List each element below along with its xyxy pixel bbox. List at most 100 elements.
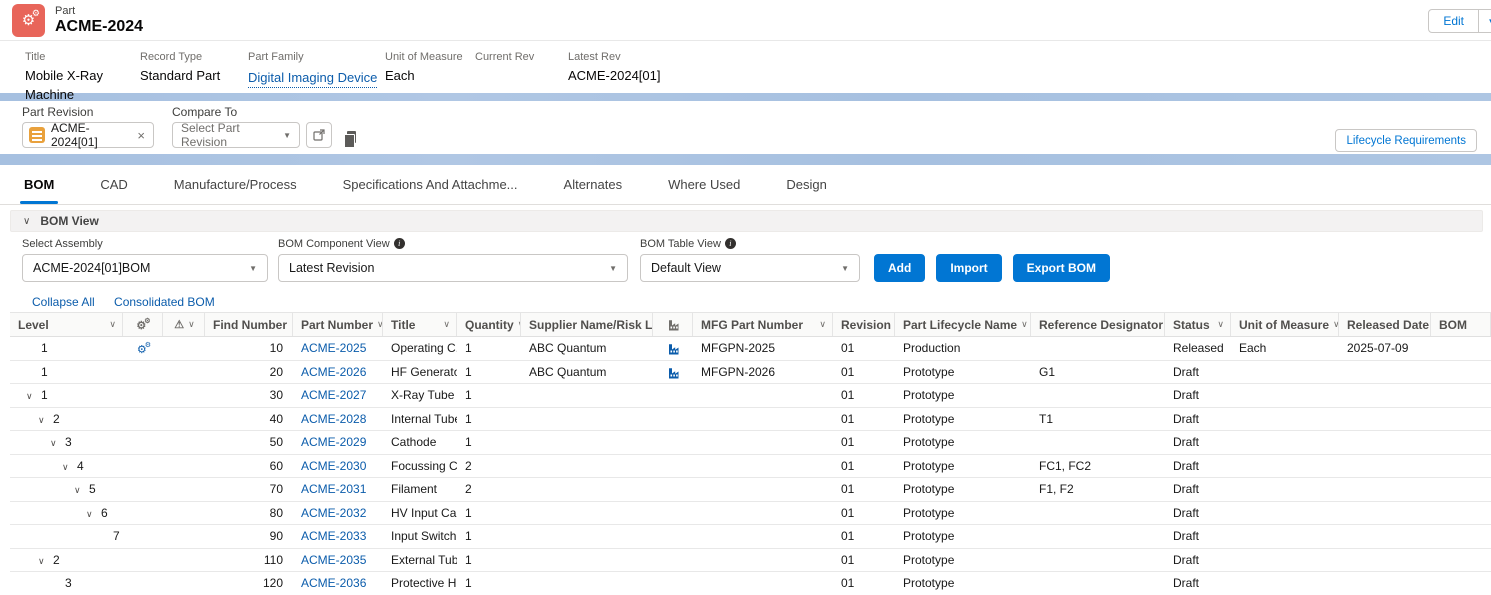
clear-revision-icon[interactable]: × <box>135 128 147 143</box>
cell-part: ACME-2033 <box>293 529 383 543</box>
column-header-status[interactable]: Status∨ <box>1165 313 1231 336</box>
part-number-link[interactable]: ACME-2026 <box>301 365 366 379</box>
column-header-qty[interactable]: Quantity∨ <box>457 313 521 336</box>
cell-gear: ⚙⚙ <box>123 341 163 356</box>
more-actions-button[interactable]: ▼ <box>1479 9 1491 33</box>
column-header-find[interactable]: Find Number∨ <box>205 313 293 336</box>
column-header-supplier[interactable]: Supplier Name/Risk Level∨ <box>521 313 653 336</box>
part-revision-input[interactable]: ACME-2024[01] × <box>22 122 154 148</box>
part-number-link[interactable]: ACME-2033 <box>301 529 366 543</box>
bom-view-section-header[interactable]: ∨ BOM View <box>10 210 1483 232</box>
select-assembly-dropdown[interactable]: ACME-2024[01]BOM ▼ <box>22 254 268 282</box>
open-compare-window-button[interactable] <box>306 122 332 148</box>
column-header-label: Level <box>18 318 49 332</box>
column-header-gear[interactable]: ⚙⚙ <box>123 313 163 336</box>
column-menu-chevron-icon[interactable]: ∨ <box>109 319 116 330</box>
tab-where-used[interactable]: Where Used <box>666 177 742 204</box>
column-header-bom[interactable]: BOM <box>1431 313 1491 336</box>
export-bom-button[interactable]: Export BOM <box>1013 254 1110 282</box>
expand-chevron-icon[interactable]: ∨ <box>50 438 65 449</box>
copy-icon[interactable] <box>344 131 357 146</box>
expand-chevron-icon[interactable]: ∨ <box>86 509 101 520</box>
cell-qty: 1 <box>457 388 521 402</box>
bom-table-view-dropdown[interactable]: Default View ▼ <box>640 254 860 282</box>
column-header-released[interactable]: Released Date∨ <box>1339 313 1431 336</box>
column-menu-chevron-icon[interactable]: ∨ <box>188 319 195 330</box>
bom-component-view-dropdown[interactable]: Latest Revision ▼ <box>278 254 628 282</box>
cell-refdes: F1, F2 <box>1031 482 1165 496</box>
tab-manufacture-process[interactable]: Manufacture/Process <box>172 177 299 204</box>
sourcing-gear-icon: ⚙⚙ <box>136 317 150 332</box>
column-menu-chevron-icon[interactable]: ∨ <box>819 319 826 330</box>
column-header-label: Part Lifecycle Name <box>903 318 1017 332</box>
collapse-all-link[interactable]: Collapse All <box>32 295 95 309</box>
section-collapse-chevron-icon: ∨ <box>23 216 30 227</box>
lifecycle-requirements-button[interactable]: Lifecycle Requirements <box>1335 129 1477 152</box>
column-header-mfg[interactable]: MFG Part Number∨ <box>693 313 833 336</box>
expand-chevron-icon[interactable]: ∨ <box>74 485 89 496</box>
expand-chevron-icon[interactable]: ∨ <box>38 415 53 426</box>
part-number-link[interactable]: ACME-2032 <box>301 506 366 520</box>
part-number-link[interactable]: ACME-2025 <box>301 341 366 355</box>
column-header-mfgicon[interactable] <box>653 313 693 336</box>
column-header-level[interactable]: Level ∨ <box>10 313 123 336</box>
compare-to-placeholder: Select Part Revision <box>181 121 283 149</box>
tab-bom[interactable]: BOM <box>22 177 56 204</box>
tab-design[interactable]: Design <box>784 177 828 204</box>
level-value: 2 <box>53 412 60 426</box>
column-header-uom[interactable]: Unit of Measure∨ <box>1231 313 1339 336</box>
column-header-label: Released Date <box>1347 318 1429 332</box>
cell-lifecycle: Prototype <box>895 412 1031 426</box>
column-header-lifecycle[interactable]: Part Lifecycle Name ∨ <box>895 313 1031 336</box>
info-icon[interactable]: i <box>394 238 405 249</box>
part-number-link[interactable]: ACME-2027 <box>301 388 366 402</box>
cell-qty: 1 <box>457 365 521 379</box>
column-header-refdes[interactable]: Reference Designator∨ <box>1031 313 1165 336</box>
part-number-link[interactable]: ACME-2031 <box>301 482 366 496</box>
consolidated-bom-link[interactable]: Consolidated BOM <box>114 295 215 309</box>
cell-level: 1 <box>10 341 123 355</box>
column-menu-chevron-icon[interactable]: ∨ <box>1021 319 1028 330</box>
compare-to-select[interactable]: Select Part Revision ▼ <box>172 122 300 148</box>
edit-button[interactable]: Edit <box>1428 9 1479 33</box>
cell-qty: 2 <box>457 459 521 473</box>
cell-qty: 1 <box>457 412 521 426</box>
column-header-part[interactable]: Part Number∨ <box>293 313 383 336</box>
cell-rev: 01 <box>833 365 895 379</box>
import-button[interactable]: Import <box>936 254 1001 282</box>
table-row: 120ACME-2026HF Generator1ABC QuantumMFGP… <box>10 361 1491 385</box>
part-number-link[interactable]: ACME-2029 <box>301 435 366 449</box>
field-value-link[interactable]: Digital Imaging Device <box>248 68 377 89</box>
expand-chevron-icon[interactable]: ∨ <box>38 556 53 567</box>
tab-specifications-and-attachme-[interactable]: Specifications And Attachme... <box>341 177 520 204</box>
add-button[interactable]: Add <box>874 254 925 282</box>
cell-status: Draft <box>1165 529 1231 543</box>
part-number-link[interactable]: ACME-2028 <box>301 412 366 426</box>
cell-level: ∨2 <box>10 553 123 567</box>
sourcing-gear-icon[interactable]: ⚙⚙ <box>137 344 151 356</box>
cell-part: ACME-2027 <box>293 388 383 402</box>
revision-asset-icon <box>29 127 45 143</box>
cell-part: ACME-2025 <box>293 341 383 355</box>
column-menu-chevron-icon[interactable]: ∨ <box>443 319 450 330</box>
expand-chevron-icon[interactable]: ∨ <box>62 462 77 473</box>
column-menu-chevron-icon[interactable]: ∨ <box>1217 319 1224 330</box>
divider-band <box>0 93 1491 101</box>
cell-title: Input Switch <box>383 529 457 543</box>
cell-lifecycle: Prototype <box>895 553 1031 567</box>
info-icon[interactable]: i <box>725 238 736 249</box>
tab-alternates[interactable]: Alternates <box>562 177 625 204</box>
expand-chevron-icon[interactable]: ∨ <box>26 391 41 402</box>
cell-find: 40 <box>205 412 293 426</box>
cell-find: 120 <box>205 576 293 590</box>
column-header-warn[interactable]: ⚠∨ <box>163 313 205 336</box>
warning-icon: ⚠ <box>174 318 184 331</box>
tab-cad[interactable]: CAD <box>98 177 129 204</box>
cell-rev: 01 <box>833 412 895 426</box>
part-number-link[interactable]: ACME-2035 <box>301 553 366 567</box>
column-header-rev[interactable]: Revision∨ <box>833 313 895 336</box>
column-header-title[interactable]: Title∨ <box>383 313 457 336</box>
part-number-link[interactable]: ACME-2030 <box>301 459 366 473</box>
detail-field-record-type: Record TypeStandard Part <box>140 49 248 93</box>
part-number-link[interactable]: ACME-2036 <box>301 576 366 590</box>
